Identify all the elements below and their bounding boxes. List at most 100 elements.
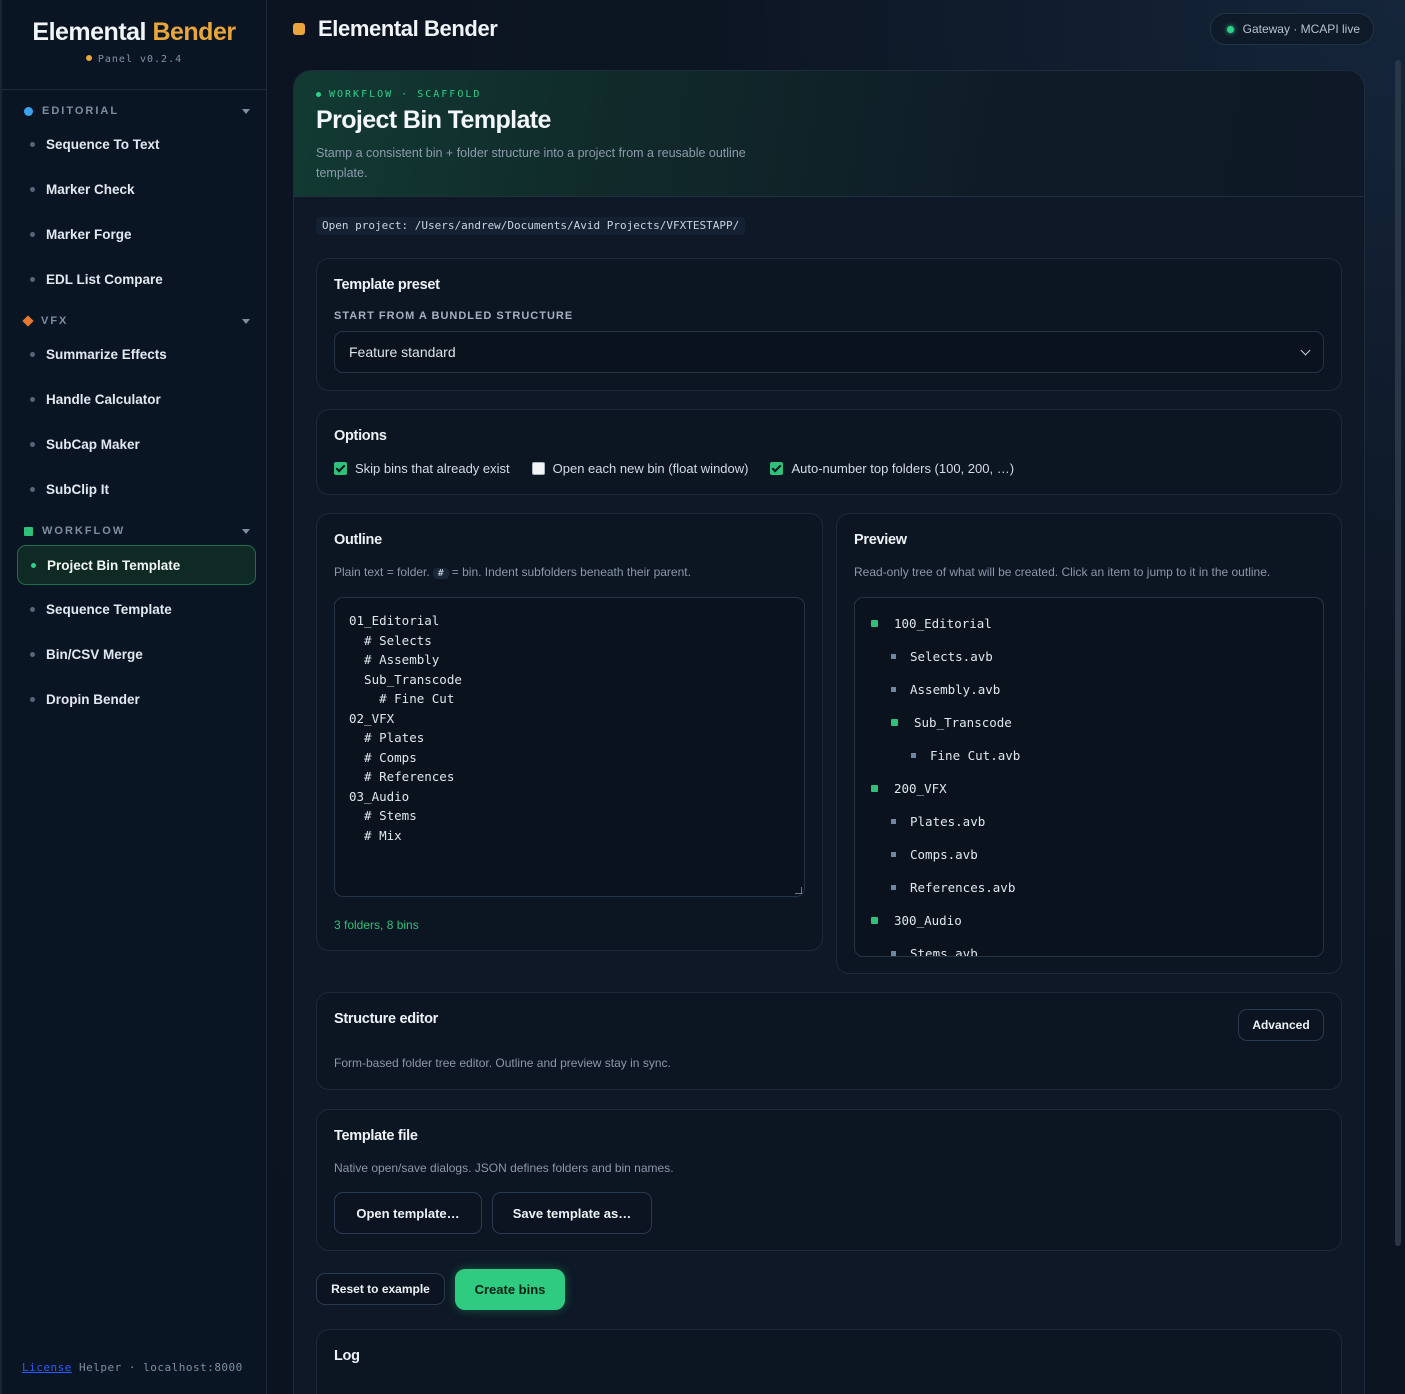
page-scrollbar[interactable] bbox=[1395, 60, 1401, 1246]
sidebar-item-subcap-maker[interactable]: SubCap Maker bbox=[17, 424, 256, 464]
structure-editor-hint: Form-based folder tree editor. Outline a… bbox=[334, 1056, 671, 1070]
sidebar-item-bin-csv-merge[interactable]: Bin/CSV Merge bbox=[17, 634, 256, 674]
bin-icon bbox=[891, 686, 896, 692]
preview-tree: 100_Editorial Selects.avb Assembly.avb Sub_… bbox=[854, 597, 1324, 957]
sidebar-item-marker-check[interactable]: Marker Check bbox=[17, 169, 256, 209]
open-project-path: Open project: /Users/andrew/Documents/Av… bbox=[316, 217, 746, 235]
sidebar-item-summarize-effects[interactable]: Summarize Effects bbox=[17, 334, 256, 374]
tool-title: Project Bin Template bbox=[316, 106, 551, 134]
caret-down-icon bbox=[242, 318, 250, 324]
outline-hint: Plain text = folder. # = bin. Indent subfo… bbox=[334, 565, 691, 579]
tree-item-label: 200_VFX bbox=[894, 780, 947, 796]
bullet-icon bbox=[30, 276, 35, 282]
checkbox-checked-icon[interactable] bbox=[334, 462, 347, 475]
tree-item-label: Stems.avb bbox=[910, 945, 978, 957]
brand: Elemental Bender Panel v0.2.4 bbox=[2, 0, 266, 90]
option-auto-number[interactable]: Auto-number top folders (100, 200, …) bbox=[770, 461, 1014, 476]
tree-bin-item[interactable]: Fine Cut.avb bbox=[911, 746, 1020, 764]
bin-icon bbox=[911, 752, 916, 758]
status-dot-icon bbox=[1226, 25, 1234, 33]
outline-panel: Outline Plain text = folder. # = bin. Inde… bbox=[316, 513, 823, 951]
tree-folder-item[interactable]: 200_VFX bbox=[871, 779, 947, 797]
bullet-icon bbox=[30, 441, 35, 447]
bullet-icon bbox=[30, 351, 35, 357]
tree-bin-item[interactable]: Plates.avb bbox=[891, 812, 985, 830]
chevron-down-icon bbox=[1300, 345, 1311, 356]
template-file-hint: Native open/save dialogs. JSON defines f… bbox=[334, 1161, 674, 1175]
vfx-diamond-icon bbox=[22, 315, 34, 327]
section-editorial[interactable]: EDITORIAL bbox=[24, 103, 250, 119]
preset-select[interactable]: Feature standard bbox=[334, 331, 1324, 373]
tree-folder-item[interactable]: Sub_Transcode bbox=[891, 713, 1012, 731]
outline-title: Outline bbox=[334, 532, 382, 548]
resize-grip-icon[interactable] bbox=[795, 887, 802, 894]
version-label: Panel v0.2.4 bbox=[2, 54, 266, 65]
options-row: Skip bins that already exist Open each n… bbox=[334, 461, 1036, 476]
tree-item-label: 300_Audio bbox=[894, 912, 962, 928]
option-open-new-bin[interactable]: Open each new bin (float window) bbox=[531, 461, 748, 476]
checkbox-unchecked-icon[interactable] bbox=[531, 462, 545, 475]
helper-status: Helper · localhost:8000 bbox=[78, 1361, 243, 1374]
brand-name-part1: Elemental bbox=[32, 18, 146, 46]
advanced-button[interactable]: Advanced bbox=[1238, 1009, 1324, 1041]
tree-bin-item[interactable]: Stems.avb bbox=[891, 944, 978, 957]
sidebar-item-edl-list-compare[interactable]: EDL List Compare bbox=[17, 259, 256, 299]
sidebar-item-dropin-bender[interactable]: Dropin Bender bbox=[17, 679, 256, 719]
tree-item-label: 100_Editorial bbox=[894, 615, 992, 631]
sidebar-item-project-bin-template[interactable]: Project Bin Template bbox=[17, 545, 256, 585]
bin-icon bbox=[891, 818, 896, 824]
tree-item-label: References.avb bbox=[910, 879, 1016, 895]
license-link[interactable]: License bbox=[22, 1361, 72, 1374]
sidebar-item-marker-forge[interactable]: Marker Forge bbox=[17, 214, 256, 254]
sidebar-item-sequence-template[interactable]: Sequence Template bbox=[17, 589, 256, 629]
tree-folder-item[interactable]: 100_Editorial bbox=[871, 614, 992, 632]
tree-bin-item[interactable]: References.avb bbox=[891, 878, 1015, 896]
bullet-icon bbox=[30, 141, 35, 147]
preview-panel: Preview Read-only tree of what will be c… bbox=[836, 513, 1342, 974]
tree-bin-item[interactable]: Comps.avb bbox=[891, 845, 978, 863]
log-title: Log bbox=[334, 1348, 360, 1364]
template-preset-panel: Template preset START FROM A BUNDLED STR… bbox=[316, 258, 1342, 391]
option-skip-existing[interactable]: Skip bins that already exist bbox=[334, 461, 510, 476]
bin-icon bbox=[891, 884, 896, 890]
app-square-icon bbox=[293, 23, 305, 35]
editorial-circle-icon bbox=[24, 106, 33, 116]
page-title: Elemental Bender bbox=[293, 16, 498, 42]
preset-field-label: START FROM A BUNDLED STRUCTURE bbox=[334, 310, 574, 322]
section-workflow[interactable]: WORKFLOW bbox=[24, 523, 250, 539]
template-file-title: Template file bbox=[334, 1128, 418, 1144]
open-template-button[interactable]: Open template… bbox=[334, 1192, 482, 1234]
bullet-icon bbox=[30, 186, 35, 192]
tree-item-label: Comps.avb bbox=[910, 846, 978, 862]
sidebar-item-subclip-it[interactable]: SubClip It bbox=[17, 469, 256, 509]
tree-item-label: Plates.avb bbox=[910, 813, 986, 829]
create-bins-button[interactable]: Create bins bbox=[455, 1269, 565, 1310]
tool-description: Stamp a consistent bin + folder structur… bbox=[316, 146, 746, 180]
bullet-icon bbox=[31, 562, 36, 568]
folder-icon bbox=[871, 619, 878, 627]
preset-selected-value: Feature standard bbox=[349, 344, 456, 360]
tree-bin-item[interactable]: Assembly.avb bbox=[891, 680, 1000, 698]
structure-editor-title: Structure editor bbox=[334, 1011, 438, 1027]
tree-folder-item[interactable]: 300_Audio bbox=[871, 911, 962, 929]
main-area: Elemental Bender Gateway · MCAPI live WO… bbox=[267, 0, 1405, 1394]
eyebrow: WORKFLOW · SCAFFOLD bbox=[316, 89, 1342, 100]
brand-title: Elemental Bender bbox=[2, 18, 266, 47]
checkbox-checked-icon[interactable] bbox=[770, 462, 784, 475]
tree-item-label: Assembly.avb bbox=[910, 681, 1001, 697]
tree-bin-item[interactable]: Selects.avb bbox=[891, 647, 993, 665]
bullet-icon bbox=[30, 606, 35, 612]
gateway-status-badge: Gateway · MCAPI live bbox=[1209, 13, 1374, 45]
outline-textarea[interactable]: 01_Editorial # Selects # Assembly Sub_Tr… bbox=[334, 597, 805, 897]
bullet-icon bbox=[30, 486, 35, 492]
template-file-panel: Template file Native open/save dialogs. … bbox=[316, 1109, 1342, 1251]
caret-down-icon bbox=[242, 528, 250, 534]
eyebrow-dot-icon bbox=[316, 92, 321, 97]
log-panel: Log bbox=[316, 1329, 1342, 1394]
sidebar-item-handle-calculator[interactable]: Handle Calculator bbox=[17, 379, 256, 419]
tree-item-label: Sub_Transcode bbox=[914, 714, 1012, 730]
save-template-button[interactable]: Save template as… bbox=[492, 1192, 652, 1234]
reset-to-example-button[interactable]: Reset to example bbox=[316, 1273, 445, 1305]
section-vfx[interactable]: VFX bbox=[22, 313, 250, 329]
sidebar-item-sequence-to-text[interactable]: Sequence To Text bbox=[17, 124, 256, 164]
